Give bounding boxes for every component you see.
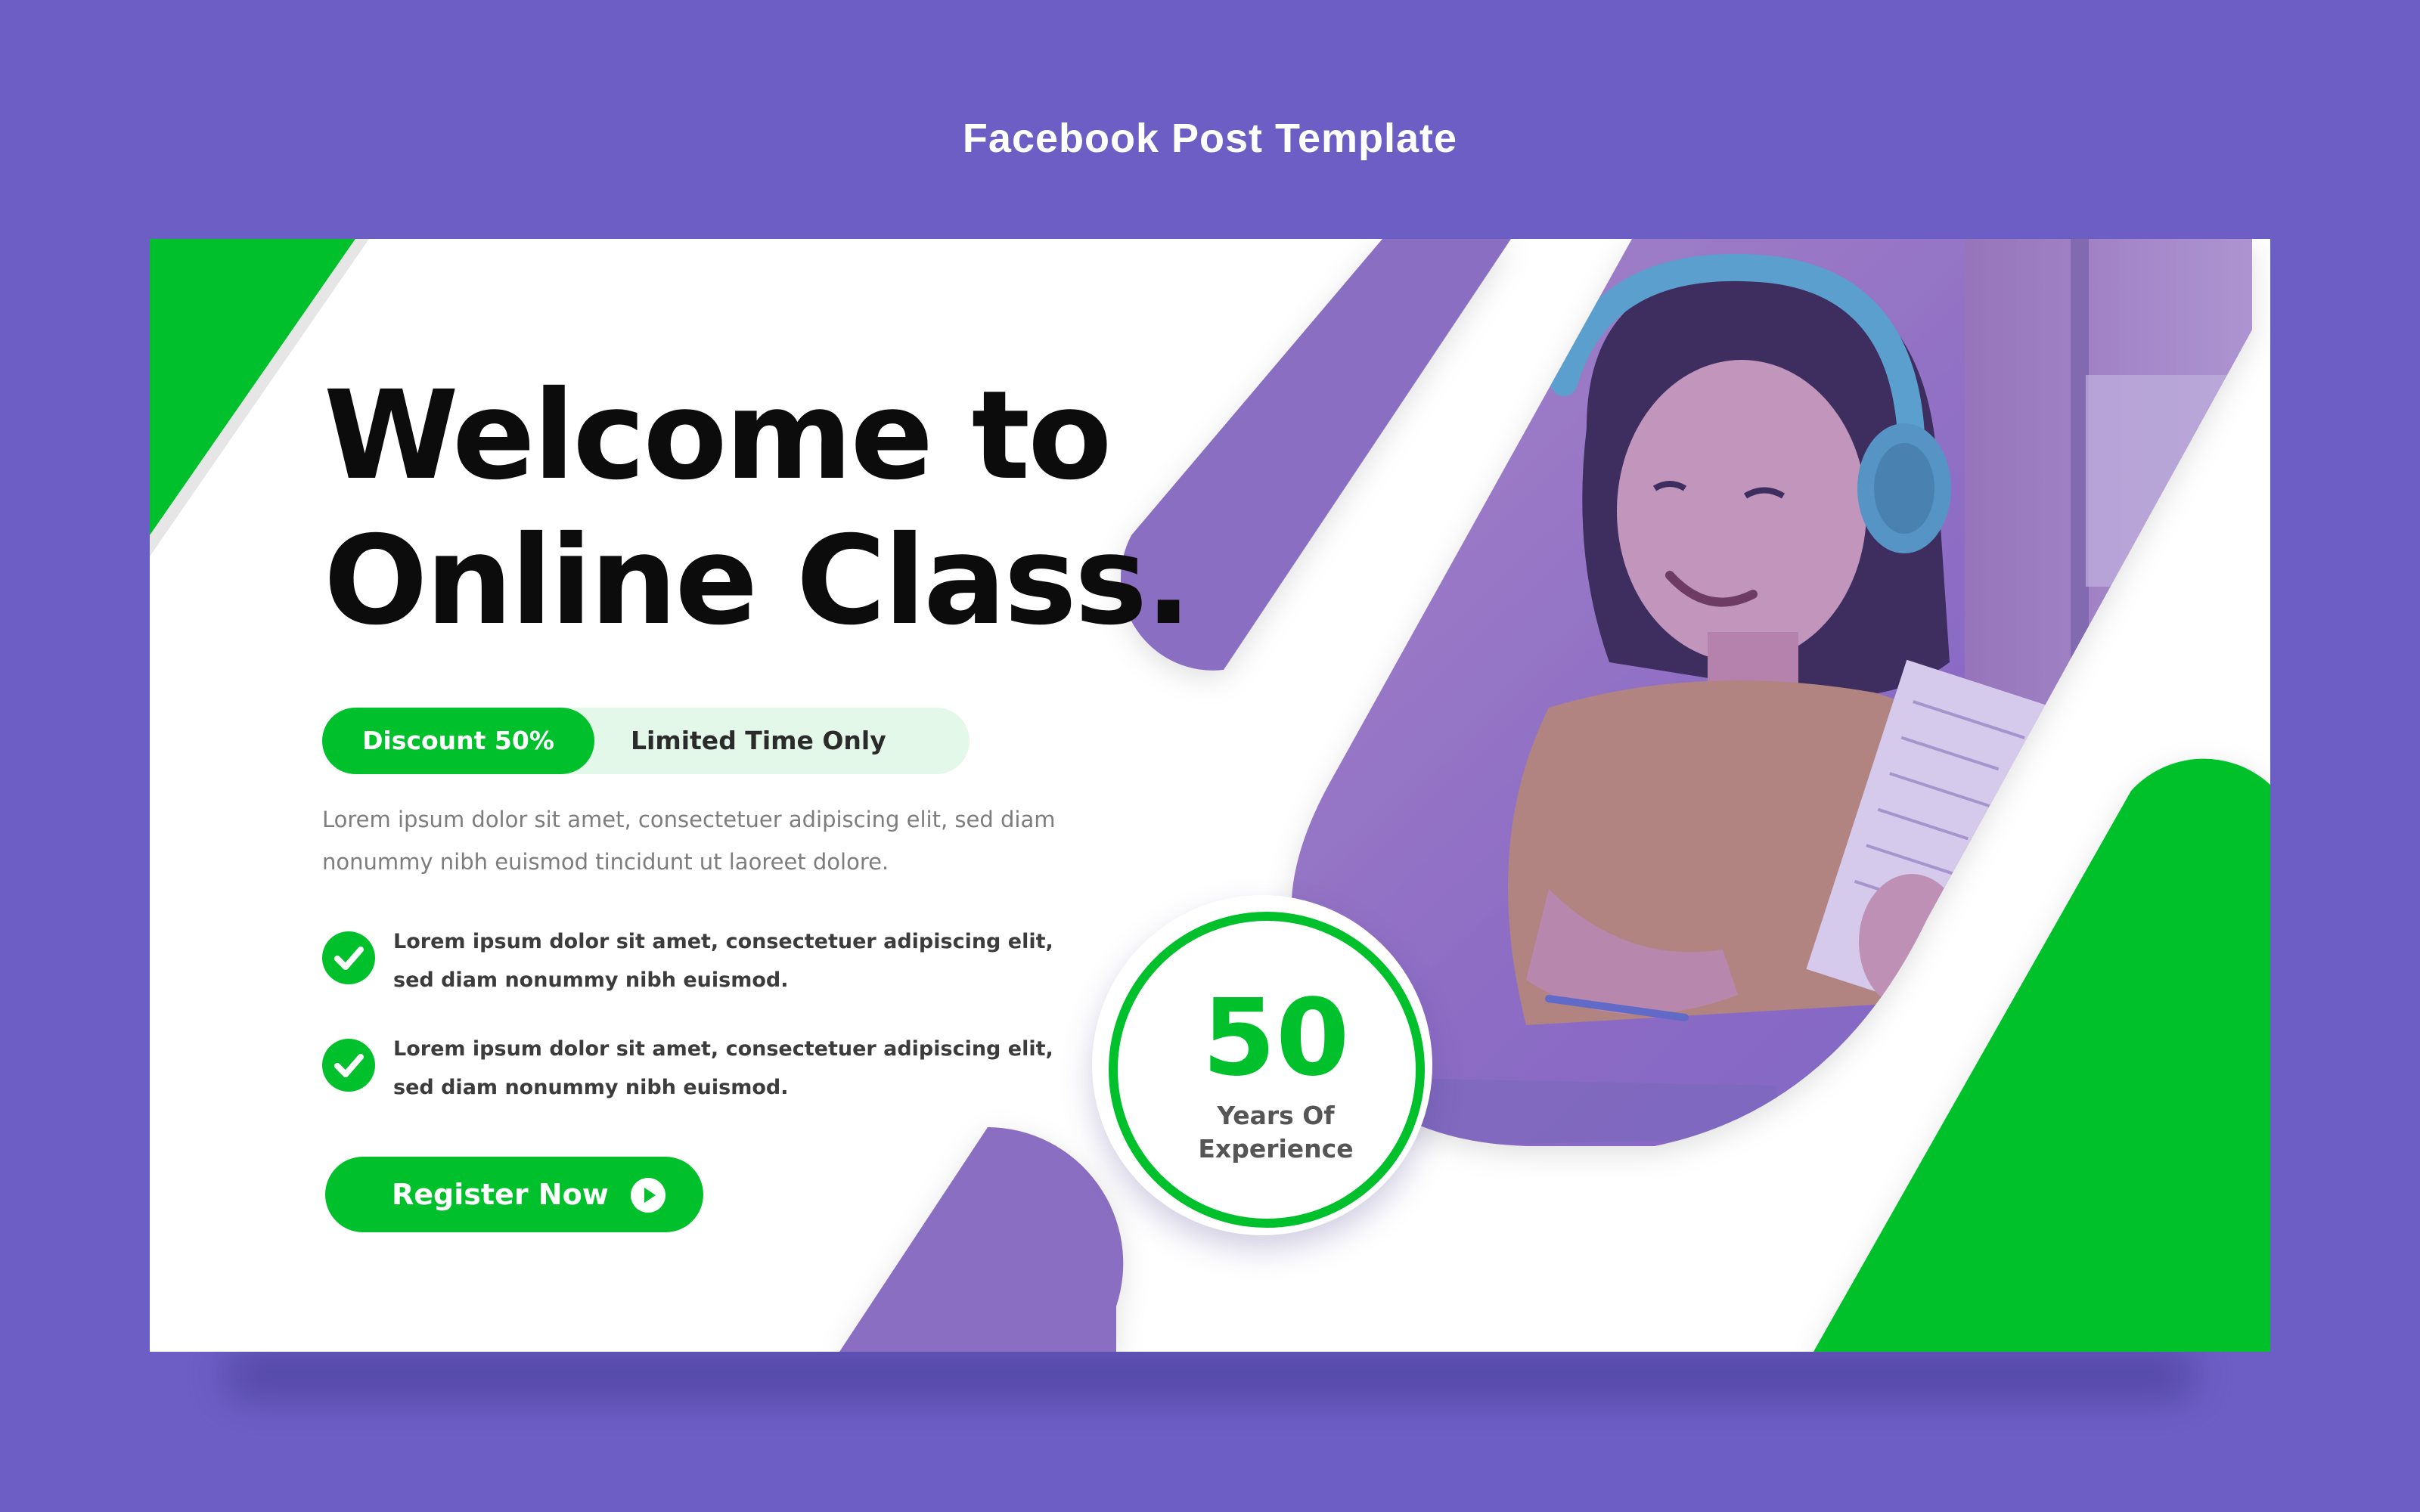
- check-circle-icon: [322, 931, 375, 984]
- headline: Welcome to Online Class.: [324, 364, 1192, 654]
- years-label-line-1: Years Of: [1217, 1101, 1335, 1130]
- register-now-button[interactable]: Register Now: [325, 1157, 703, 1232]
- play-circle-icon: [631, 1178, 666, 1213]
- purple-capsule-bottom: [839, 1127, 1124, 1352]
- register-button-label: Register Now: [392, 1178, 609, 1211]
- headline-line-1: Welcome to: [324, 365, 1112, 507]
- headline-line-2: Online Class.: [324, 510, 1192, 652]
- promo-pill: Discount 50% Limited Time Only: [322, 708, 970, 774]
- card-shadow: [227, 1352, 2193, 1397]
- bullet-item: Lorem ipsum dolor sit amet, consectetuer…: [322, 922, 1063, 1005]
- badge-ring: 50 Years Of Experience: [1109, 912, 1425, 1228]
- discount-badge: Discount 50%: [322, 708, 594, 774]
- intro-text: Lorem ipsum dolor sit amet, consectetuer…: [322, 807, 1056, 875]
- bullet-item: Lorem ipsum dolor sit amet, consectetuer…: [322, 1030, 1063, 1113]
- years-label: Years Of Experience: [1118, 1099, 1434, 1166]
- page-title: Facebook Post Template: [962, 116, 1458, 161]
- experience-badge: 50 Years Of Experience: [1092, 895, 1432, 1235]
- years-label-line-2: Experience: [1198, 1134, 1354, 1163]
- check-circle-icon: [322, 1039, 375, 1092]
- post-card: Welcome to Online Class. Discount 50% Li…: [150, 239, 2270, 1352]
- bullet-text: Lorem ipsum dolor sit amet, consectetuer…: [393, 1037, 1053, 1099]
- limited-time-label: Limited Time Only: [631, 726, 886, 755]
- bullet-text: Lorem ipsum dolor sit amet, consectetuer…: [393, 930, 1053, 992]
- years-number: 50: [1202, 977, 1350, 1100]
